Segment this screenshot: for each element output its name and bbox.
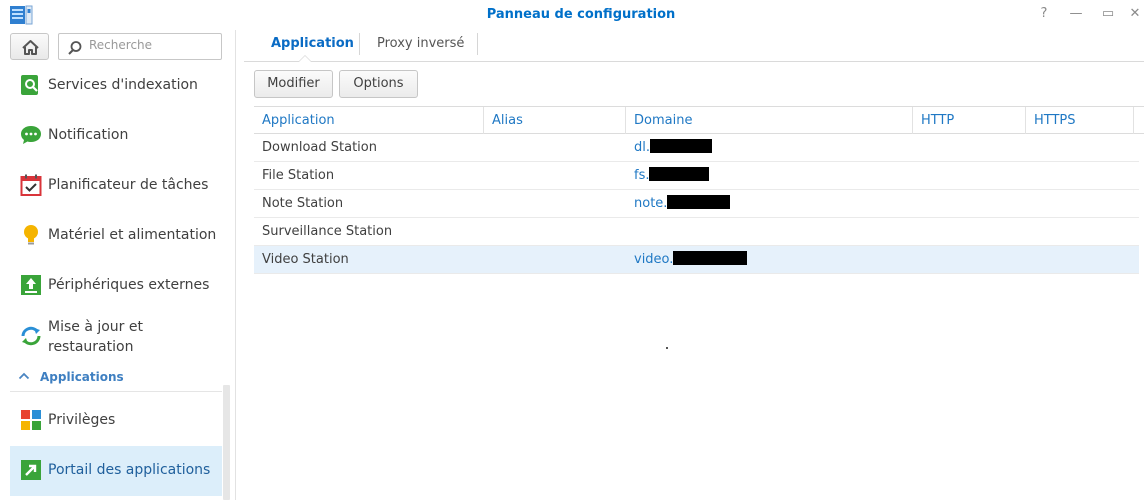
home-button[interactable]: [10, 33, 49, 60]
domain-text: dl.: [634, 140, 650, 155]
chevron-up-icon: [18, 372, 30, 380]
sidebar-item-update-restore[interactable]: Mise à jour et restauration: [10, 311, 222, 361]
minimize-icon[interactable]: —: [1068, 6, 1084, 22]
redaction-bar: [667, 195, 731, 209]
help-icon[interactable]: ?: [1036, 6, 1052, 22]
applications-grid: Application Alias Domaine HTTP HTTPS ⋮ D…: [254, 106, 1144, 274]
modify-button[interactable]: Modifier: [254, 70, 333, 98]
table-row[interactable]: Note Station note.: [254, 190, 1139, 218]
redaction-bar: [649, 167, 710, 181]
tab-reverse-proxy[interactable]: Proxy inversé: [377, 36, 464, 62]
search-field[interactable]: [58, 33, 222, 60]
sidebar-item-external-devices[interactable]: Périphériques externes: [10, 261, 222, 311]
tab-divider: [359, 33, 360, 55]
section-applications[interactable]: Applications: [10, 367, 222, 392]
cell-application: Video Station: [262, 252, 349, 267]
sidebar-item-label: Périphériques externes: [48, 277, 210, 293]
column-header-application[interactable]: Application: [254, 107, 484, 134]
home-icon: [22, 40, 39, 55]
sidebar-item-label: Portail des applications: [48, 462, 211, 478]
table-row[interactable]: File Station fs.: [254, 162, 1139, 190]
domain-text: fs.: [634, 168, 650, 183]
sidebar-item-label: Privilèges: [48, 412, 116, 428]
options-button[interactable]: Options: [339, 70, 418, 98]
update-restore-icon: [21, 326, 41, 346]
tab-application[interactable]: Application: [271, 36, 354, 62]
cell-application: File Station: [262, 168, 335, 183]
cell-domain: video.: [626, 246, 748, 273]
hardware-power-icon: [24, 225, 38, 245]
domain-text: video.: [634, 252, 674, 267]
tab-bar: Application Proxy inversé: [244, 30, 1144, 62]
sidebar: Services d'indexation Notification Plani…: [0, 30, 236, 500]
sidebar-item-app-portal[interactable]: Portail des applications: [10, 446, 222, 496]
external-devices-icon: [21, 275, 41, 295]
table-row-selected[interactable]: Video Station video.: [254, 246, 1139, 274]
window-title: Panneau de configuration: [486, 7, 676, 22]
sidebar-item-label: Matériel et alimentation: [48, 227, 217, 243]
cell-domain: fs.: [626, 162, 710, 189]
task-scheduler-icon: [20, 174, 42, 196]
sidebar-item-label: Services d'indexation: [48, 77, 198, 93]
column-header-alias[interactable]: Alias: [484, 107, 626, 134]
cell-domain: dl.: [626, 134, 712, 161]
column-menu-icon[interactable]: ⋮: [1134, 107, 1144, 134]
column-header-http[interactable]: HTTP: [913, 107, 1026, 134]
notification-icon: [21, 126, 41, 144]
sidebar-item-indexing[interactable]: Services d'indexation: [10, 61, 222, 111]
sidebar-item-privileges[interactable]: Privilèges: [10, 396, 222, 446]
privileges-icon: [21, 410, 41, 430]
active-tab-indicator: [298, 55, 312, 62]
close-icon[interactable]: ✕: [1127, 6, 1143, 22]
column-header-domain[interactable]: Domaine: [626, 107, 913, 134]
sidebar-scrollbar[interactable]: [223, 385, 230, 500]
maximize-icon[interactable]: ▭: [1100, 6, 1116, 22]
title-bar: Panneau de configuration ? — ▭ ✕: [0, 0, 1144, 30]
column-header-https[interactable]: HTTPS: [1026, 107, 1134, 134]
section-label: Applications: [40, 370, 124, 384]
grid-header: Application Alias Domaine HTTP HTTPS ⋮: [254, 106, 1144, 134]
sidebar-item-notification[interactable]: Notification: [10, 111, 222, 161]
redaction-bar: [673, 251, 748, 265]
sidebar-item-hardware-power[interactable]: Matériel et alimentation: [10, 211, 222, 261]
search-icon: [68, 41, 82, 55]
table-row[interactable]: Surveillance Station: [254, 218, 1139, 246]
sidebar-item-label: Mise à jour et restauration: [48, 319, 143, 355]
sidebar-item-label: Planificateur de tâches: [48, 177, 209, 193]
stray-pixel: [666, 347, 668, 349]
search-input[interactable]: [89, 38, 217, 52]
sidebar-item-task-scheduler[interactable]: Planificateur de tâches: [10, 161, 222, 211]
cell-application: Surveillance Station: [262, 224, 393, 239]
redaction-bar: [650, 139, 712, 153]
domain-text: note.: [634, 196, 668, 211]
cell-application: Note Station: [262, 196, 344, 211]
cell-application: Download Station: [262, 140, 377, 155]
app-portal-icon: [21, 460, 41, 480]
sidebar-item-label: Notification: [48, 127, 129, 143]
tab-divider: [477, 33, 478, 55]
table-row[interactable]: Download Station dl.: [254, 134, 1139, 162]
indexing-icon: [21, 75, 38, 95]
cell-domain: note.: [626, 190, 731, 217]
